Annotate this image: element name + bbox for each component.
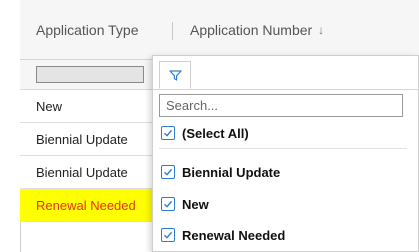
column-header-label: Application Type	[36, 22, 139, 38]
column-header-label: Application Number	[190, 22, 313, 38]
filter-icon	[168, 69, 182, 81]
checkbox-checked-icon[interactable]	[161, 165, 175, 179]
filter-tab[interactable]	[159, 61, 191, 89]
application-type-cell: New	[36, 98, 63, 114]
filter-option-label: (Select All)	[182, 125, 249, 141]
column-filter-popup: (Select All) Biennial Update New Renewal…	[152, 55, 419, 252]
filter-option-label: Biennial Update	[182, 164, 281, 180]
filter-option-new[interactable]: New	[161, 194, 209, 214]
filter-option-label: Renewal Needed	[182, 227, 286, 243]
application-type-cell-highlighted: Renewal Needed	[20, 189, 160, 221]
checkbox-checked-icon[interactable]	[161, 126, 175, 140]
application-type-cell: Biennial Update	[36, 164, 128, 180]
column-header-application-type[interactable]: Application Type	[20, 0, 172, 60]
filter-option-label: New	[182, 196, 209, 212]
filter-option-biennial-update[interactable]: Biennial Update	[161, 162, 280, 182]
filter-options-divider	[159, 148, 407, 149]
column-header-application-number[interactable]: Application Number ↓	[172, 0, 419, 60]
filter-search-input[interactable]	[159, 94, 403, 117]
sort-descending-icon[interactable]: ↓	[318, 23, 324, 37]
checkbox-checked-icon[interactable]	[161, 228, 175, 242]
application-type-filter-field[interactable]	[36, 66, 144, 83]
filter-option-renewal-needed[interactable]: Renewal Needed	[161, 225, 285, 245]
filter-option-select-all[interactable]: (Select All)	[161, 123, 249, 143]
grid-header: Application Type Application Number ↓	[20, 0, 419, 60]
checkbox-checked-icon[interactable]	[161, 197, 175, 211]
application-type-cell: Biennial Update	[36, 131, 128, 147]
filter-tab-underline	[153, 89, 419, 90]
